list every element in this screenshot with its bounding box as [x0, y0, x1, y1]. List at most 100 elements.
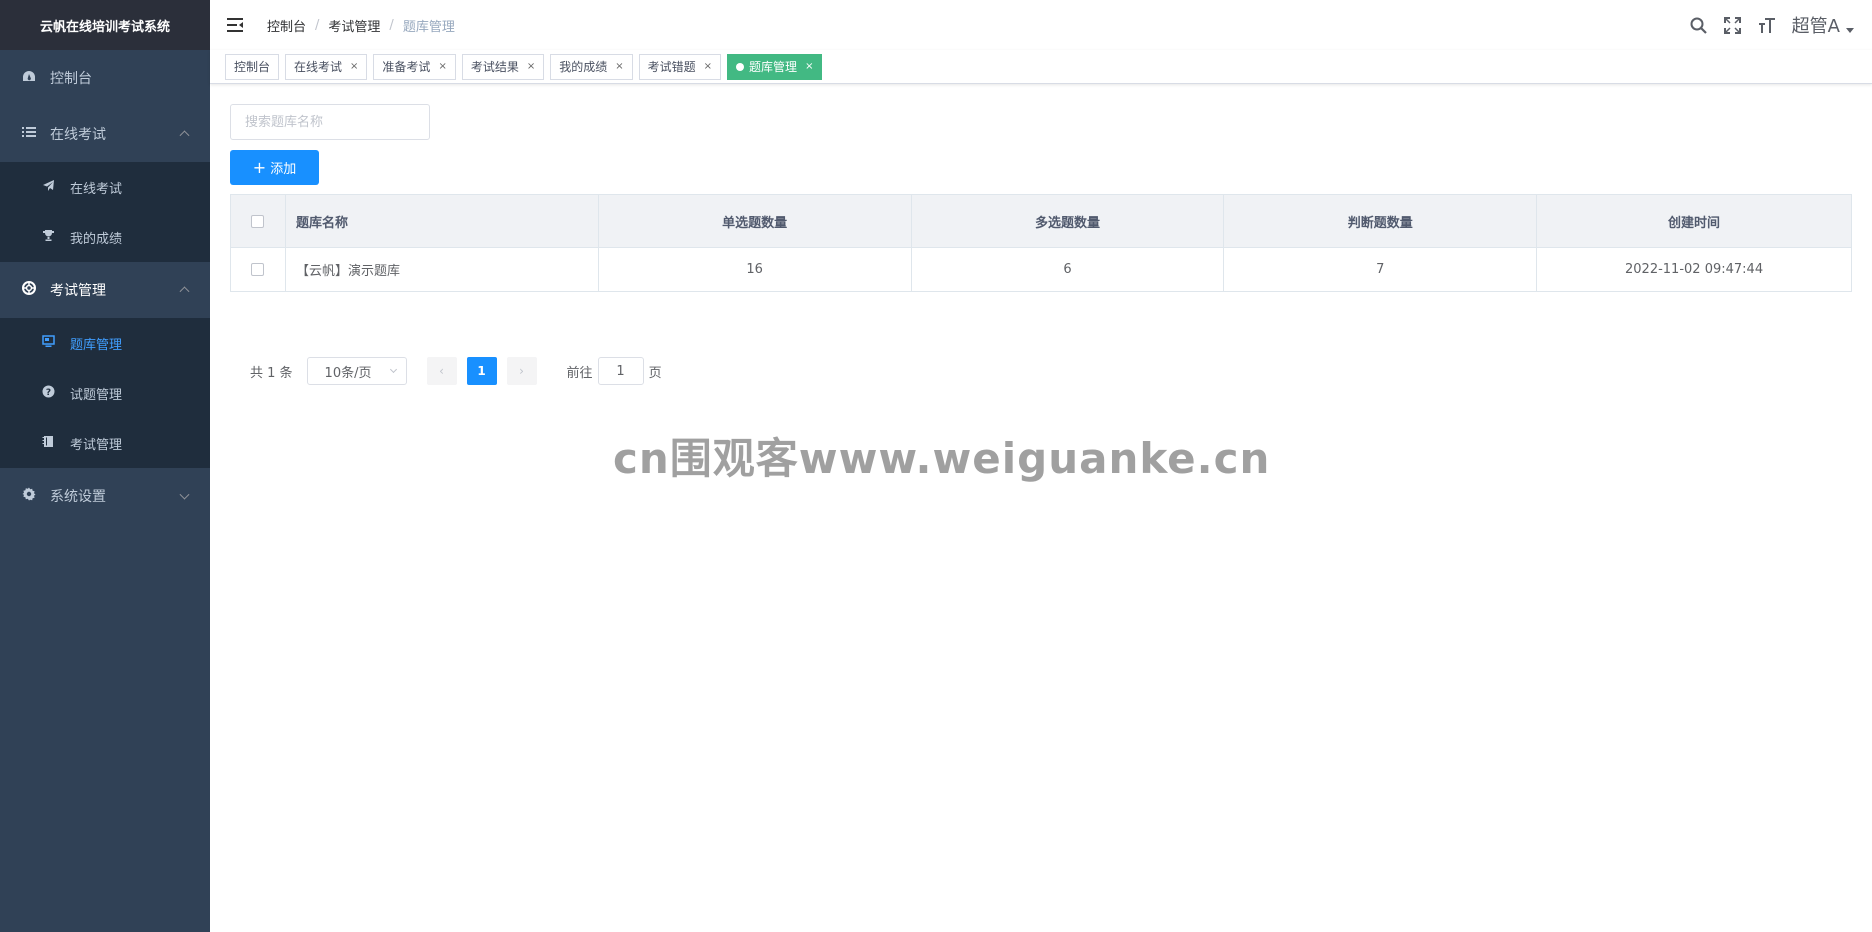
- page-jumper: 前往 页: [567, 357, 662, 385]
- breadcrumb-item-exam-management[interactable]: 考试管理: [328, 16, 380, 35]
- tag-label: 题库管理: [749, 60, 798, 74]
- question-circle-icon: ?: [40, 385, 56, 401]
- top-navbar: 控制台 / 考试管理 / 题库管理 超管A: [210, 0, 1872, 50]
- row-checkbox[interactable]: [251, 263, 265, 276]
- tag-prepare-exam[interactable]: 准备考试 ×: [373, 53, 456, 80]
- dashboard-icon: [20, 70, 38, 86]
- page-number-button[interactable]: 1: [466, 357, 497, 385]
- book-icon: [40, 435, 56, 451]
- tag-online-exam[interactable]: 在线考试 ×: [285, 53, 368, 80]
- column-header-true-false[interactable]: 判断题数量: [1223, 194, 1538, 248]
- tag-dashboard[interactable]: 控制台: [225, 53, 280, 80]
- sidebar-item-exam-management[interactable]: 考试管理: [0, 262, 210, 318]
- user-dropdown[interactable]: 超管A: [1792, 12, 1854, 38]
- cell-created-time: 2022-11-02 09:47:44: [1536, 247, 1852, 292]
- jump-page-input[interactable]: [597, 357, 644, 385]
- submenu-online-exam: 在线考试 我的成绩: [0, 162, 210, 262]
- sidebar-subitem-question-bank[interactable]: 题库管理: [0, 318, 210, 368]
- close-icon[interactable]: ×: [527, 61, 535, 72]
- close-icon[interactable]: ×: [438, 61, 446, 72]
- sidebar-item-system-settings[interactable]: 系统设置: [0, 468, 210, 524]
- monitor-icon: [40, 335, 56, 351]
- select-all-checkbox[interactable]: [251, 214, 265, 228]
- prev-page-button[interactable]: ‹: [426, 357, 457, 385]
- tag-question-bank[interactable]: 题库管理 ×: [727, 53, 823, 80]
- close-icon[interactable]: ×: [704, 61, 712, 72]
- sidebar-item-label: 控制台: [50, 71, 92, 87]
- hamburger-menu-icon[interactable]: [227, 18, 243, 32]
- active-dot-icon: [736, 62, 745, 71]
- sidebar-item-label: 系统设置: [50, 489, 106, 505]
- svg-text:?: ?: [45, 388, 50, 398]
- tag-label: 我的成绩: [559, 60, 608, 74]
- main-content: + 添加 题库名称 单选题数量 多选题数量 判断题数量 创建时间 【云帆】演示题…: [230, 104, 1852, 385]
- search-icon[interactable]: [1688, 14, 1710, 36]
- table-header-row: 题库名称 单选题数量 多选题数量 判断题数量 创建时间: [230, 194, 1852, 248]
- add-button-label: 添加: [270, 162, 297, 177]
- sidebar-subitem-my-scores[interactable]: 我的成绩: [0, 212, 210, 262]
- close-icon[interactable]: ×: [615, 61, 623, 72]
- submenu-exam-management: 题库管理 ? 试题管理 考试管理: [0, 318, 210, 468]
- chevron-up-icon: [179, 130, 190, 141]
- fullscreen-icon[interactable]: [1722, 14, 1744, 36]
- chevron-down-icon: [389, 365, 397, 374]
- cell-single-choice: 16: [597, 247, 912, 292]
- page-size-value: 10条/页: [324, 365, 372, 381]
- close-icon[interactable]: ×: [350, 61, 358, 72]
- column-header-name[interactable]: 题库名称: [284, 194, 599, 248]
- question-bank-table: 题库名称 单选题数量 多选题数量 判断题数量 创建时间 【云帆】演示题库 16 …: [230, 194, 1852, 292]
- sidebar-subitem-label: 考试管理: [70, 437, 123, 453]
- sidebar-item-label: 在线考试: [50, 127, 106, 143]
- chevron-down-icon: [179, 489, 190, 500]
- jump-suffix: 页: [648, 365, 662, 381]
- select-all-cell: [230, 194, 286, 248]
- tag-label: 在线考试: [294, 60, 343, 74]
- column-header-single-choice[interactable]: 单选题数量: [597, 194, 912, 248]
- cell-multiple-choice: 6: [910, 247, 1225, 292]
- watermark: cn围观客www.weiguanke.cn: [613, 434, 1271, 483]
- chevron-up-icon: [179, 286, 190, 297]
- sidebar-item-online-exam[interactable]: 在线考试: [0, 106, 210, 162]
- sidebar: 云帆在线培训考试系统 控制台 在线考试 在线考试 我的成绩 考试管理 题库管理 …: [0, 0, 210, 932]
- next-page-button[interactable]: ›: [506, 357, 537, 385]
- sidebar-subitem-exam-management[interactable]: 考试管理: [0, 418, 210, 468]
- pagination-total: 共 1 条: [250, 365, 293, 381]
- header-actions: 超管A: [1676, 0, 1854, 50]
- close-icon[interactable]: ×: [805, 61, 813, 72]
- tag-exam-result[interactable]: 考试结果 ×: [461, 53, 545, 80]
- sidebar-item-dashboard[interactable]: 控制台: [0, 50, 210, 106]
- paper-plane-icon: [40, 179, 56, 195]
- breadcrumb: 控制台 / 考试管理 / 题库管理: [267, 16, 455, 35]
- add-button[interactable]: + 添加: [230, 150, 319, 185]
- sidebar-subitem-question-management[interactable]: ? 试题管理: [0, 368, 210, 418]
- tag-my-scores[interactable]: 我的成绩 ×: [550, 53, 633, 80]
- row-select-cell: [230, 247, 286, 292]
- cell-true-false: 7: [1223, 247, 1538, 292]
- sidebar-subitem-label: 我的成绩: [70, 231, 123, 247]
- cell-name[interactable]: 【云帆】演示题库: [284, 247, 599, 292]
- jump-prefix: 前往: [566, 365, 593, 381]
- tag-label: 考试结果: [470, 60, 519, 74]
- sidebar-item-label: 考试管理: [50, 283, 106, 299]
- font-size-icon[interactable]: [1756, 14, 1778, 36]
- sidebar-subitem-label: 题库管理: [70, 337, 123, 353]
- table-row[interactable]: 【云帆】演示题库 16 6 7 2022-11-02 09:47:44: [230, 247, 1852, 292]
- list-icon: [20, 126, 38, 142]
- page-size-select[interactable]: 10条/页: [306, 357, 407, 385]
- user-name: 超管A: [1791, 16, 1840, 37]
- trophy-icon: [40, 229, 56, 245]
- gear-icon: [20, 487, 38, 505]
- tags-view-bar: 控制台 在线考试 × 准备考试 × 考试结果 × 我的成绩 × 考试错题 × 题…: [210, 50, 1872, 84]
- column-header-created-time[interactable]: 创建时间: [1536, 194, 1852, 248]
- tag-exam-mistakes[interactable]: 考试错题 ×: [638, 53, 722, 80]
- tag-label: 控制台: [234, 60, 271, 74]
- tag-label: 考试错题: [647, 60, 696, 74]
- search-input[interactable]: [230, 104, 430, 140]
- column-header-multiple-choice[interactable]: 多选题数量: [910, 194, 1225, 248]
- sidebar-subitem-online-exam[interactable]: 在线考试: [0, 162, 210, 212]
- breadcrumb-item-current: 题库管理: [402, 19, 455, 35]
- breadcrumb-item-dashboard[interactable]: 控制台: [267, 16, 306, 35]
- tag-label: 准备考试: [382, 60, 431, 74]
- caret-down-icon: [1846, 27, 1854, 33]
- lifebuoy-icon: [20, 281, 38, 299]
